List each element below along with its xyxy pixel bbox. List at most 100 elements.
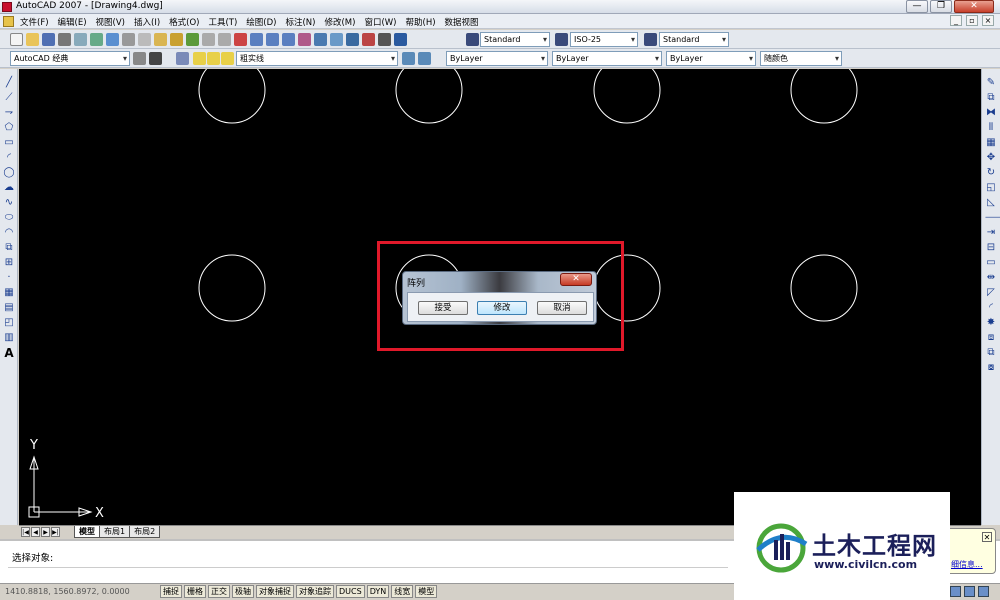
erase-icon[interactable]: ✎ — [985, 77, 997, 89]
scale-icon[interactable]: ◱ — [985, 182, 997, 194]
calculator-icon[interactable] — [378, 33, 391, 46]
help-icon[interactable] — [394, 33, 407, 46]
maximize-button[interactable]: ❐ — [930, 0, 952, 13]
make-block-icon[interactable]: ⊞ — [3, 257, 15, 269]
linetype-select[interactable]: ByLayer — [552, 51, 662, 66]
extend-icon[interactable]: ⇥ — [985, 227, 997, 239]
cancel-button[interactable]: 取消 — [537, 301, 587, 315]
first-tab-button[interactable]: |◀ — [21, 527, 30, 537]
my-workspace-icon[interactable] — [149, 52, 162, 65]
zoom-window-icon[interactable] — [266, 33, 279, 46]
ortho-toggle[interactable]: 正交 — [208, 585, 230, 598]
model-toggle[interactable]: 模型 — [415, 585, 438, 598]
last-tab-button[interactable]: ▶| — [51, 527, 60, 537]
design-center-icon[interactable] — [314, 33, 327, 46]
circle-r2c1[interactable] — [198, 254, 266, 322]
multiline-text-icon[interactable]: A — [3, 347, 15, 359]
menu-view[interactable]: 视图(V) — [96, 16, 125, 28]
document-menu-icon[interactable] — [3, 16, 14, 27]
publish-icon[interactable] — [90, 33, 103, 46]
tray-settings-icon[interactable] — [964, 586, 975, 597]
prev-tab-button[interactable]: ◀ — [31, 527, 40, 537]
zoom-previous-icon[interactable] — [282, 33, 295, 46]
menu-file[interactable]: 文件(F) — [20, 16, 49, 28]
tab-model[interactable]: 模型 — [74, 526, 100, 538]
paste-icon[interactable] — [154, 33, 167, 46]
menu-draw[interactable]: 绘图(D) — [246, 16, 276, 28]
zoom-realtime-icon[interactable] — [250, 33, 263, 46]
polyline-icon[interactable]: ⇁ — [3, 107, 15, 119]
clean-screen-icon[interactable] — [978, 586, 989, 597]
hatch-icon[interactable]: ▦ — [3, 287, 15, 299]
text-style-select[interactable]: Standard — [480, 32, 550, 47]
fillet-icon[interactable]: ◜ — [985, 302, 997, 314]
minimize-button[interactable]: — — [906, 0, 928, 13]
mirror-icon[interactable]: ⧓ — [985, 107, 997, 119]
join-icon[interactable]: ⇹ — [985, 272, 997, 284]
circle-r1c1[interactable] — [198, 69, 266, 124]
doc-close-button[interactable]: × — [982, 15, 994, 26]
break-at-point-icon[interactable]: ⊟ — [985, 242, 997, 254]
tool-palettes-icon[interactable] — [330, 33, 343, 46]
tab-layout2[interactable]: 布局2 — [129, 526, 161, 538]
menu-help[interactable]: 帮助(H) — [406, 16, 436, 28]
redo-icon[interactable] — [218, 33, 231, 46]
details-link[interactable]: 细信息... — [951, 559, 983, 570]
dyn-toggle[interactable]: DYN — [366, 585, 390, 598]
menu-edit[interactable]: 编辑(E) — [58, 16, 87, 28]
line-icon[interactable]: ╱ — [3, 77, 15, 89]
block-editor-icon[interactable] — [186, 33, 199, 46]
explode-icon[interactable]: ✸ — [985, 317, 997, 329]
new-file-icon[interactable] — [10, 33, 23, 46]
color-select[interactable]: ByLayer — [446, 51, 548, 66]
modify-button[interactable]: 修改 — [477, 301, 527, 315]
menu-data-view[interactable]: 数据视图 — [445, 16, 479, 28]
menu-window[interactable]: 窗口(W) — [364, 16, 396, 28]
table-icon[interactable]: ▥ — [3, 332, 15, 344]
rectangle-icon[interactable]: ▭ — [3, 137, 15, 149]
sheet-set-icon[interactable] — [346, 33, 359, 46]
menu-format[interactable]: 格式(O) — [169, 16, 199, 28]
bubble-close-button[interactable]: ✕ — [982, 532, 992, 542]
plot-style-select[interactable]: 随颜色 — [760, 51, 842, 66]
autocad-app-icon[interactable] — [2, 2, 12, 12]
send-to-back-icon[interactable]: ⧇ — [985, 362, 997, 374]
lineweight-toggle[interactable]: 线宽 — [391, 585, 414, 598]
workspace-settings-icon[interactable] — [133, 52, 146, 65]
copy-object-icon[interactable]: ⧉ — [985, 92, 997, 104]
draw-order-icon[interactable]: ⧈ — [985, 332, 997, 344]
chamfer-icon[interactable]: ◸ — [985, 287, 997, 299]
gradient-icon[interactable]: ▤ — [3, 302, 15, 314]
doc-restore-button[interactable]: ▫ — [966, 15, 978, 26]
trim-icon[interactable]: ⸺ — [985, 212, 1000, 224]
layer-manager-icon[interactable] — [176, 52, 189, 65]
ducs-toggle[interactable]: DUCS — [336, 585, 365, 598]
menu-modify[interactable]: 修改(M) — [324, 16, 355, 28]
array-icon[interactable]: ▦ — [985, 137, 997, 149]
polygon-icon[interactable]: ⬠ — [3, 122, 15, 134]
offset-icon[interactable]: ⫴ — [985, 122, 997, 134]
dim-style-select[interactable]: ISO-25 — [570, 32, 638, 47]
osnap-toggle[interactable]: 对象捕捉 — [256, 585, 294, 598]
construction-line-icon[interactable]: ⟋ — [3, 92, 15, 104]
copy-icon[interactable] — [138, 33, 151, 46]
match-properties-icon[interactable] — [170, 33, 183, 46]
circle-icon[interactable]: ◯ — [3, 167, 15, 179]
menu-tools[interactable]: 工具(T) — [208, 16, 237, 28]
print-icon[interactable] — [58, 33, 71, 46]
circle-r2c4[interactable] — [790, 254, 858, 322]
ellipse-arc-icon[interactable]: ◠ — [3, 227, 15, 239]
save-icon[interactable] — [42, 33, 55, 46]
properties-icon[interactable] — [298, 33, 311, 46]
region-icon[interactable]: ◰ — [3, 317, 15, 329]
circle-r1c4[interactable] — [790, 69, 858, 124]
stretch-icon[interactable]: ◺ — [985, 197, 997, 209]
next-tab-button[interactable]: ▶ — [41, 527, 50, 537]
publish-web-icon[interactable] — [106, 33, 119, 46]
revision-cloud-icon[interactable]: ☁ — [3, 182, 15, 194]
circle-r1c3[interactable] — [593, 69, 661, 124]
rotate-icon[interactable]: ↻ — [985, 167, 997, 179]
polar-toggle[interactable]: 极轴 — [232, 585, 254, 598]
print-preview-icon[interactable] — [74, 33, 87, 46]
insert-block-icon[interactable]: ⧉ — [3, 242, 15, 254]
